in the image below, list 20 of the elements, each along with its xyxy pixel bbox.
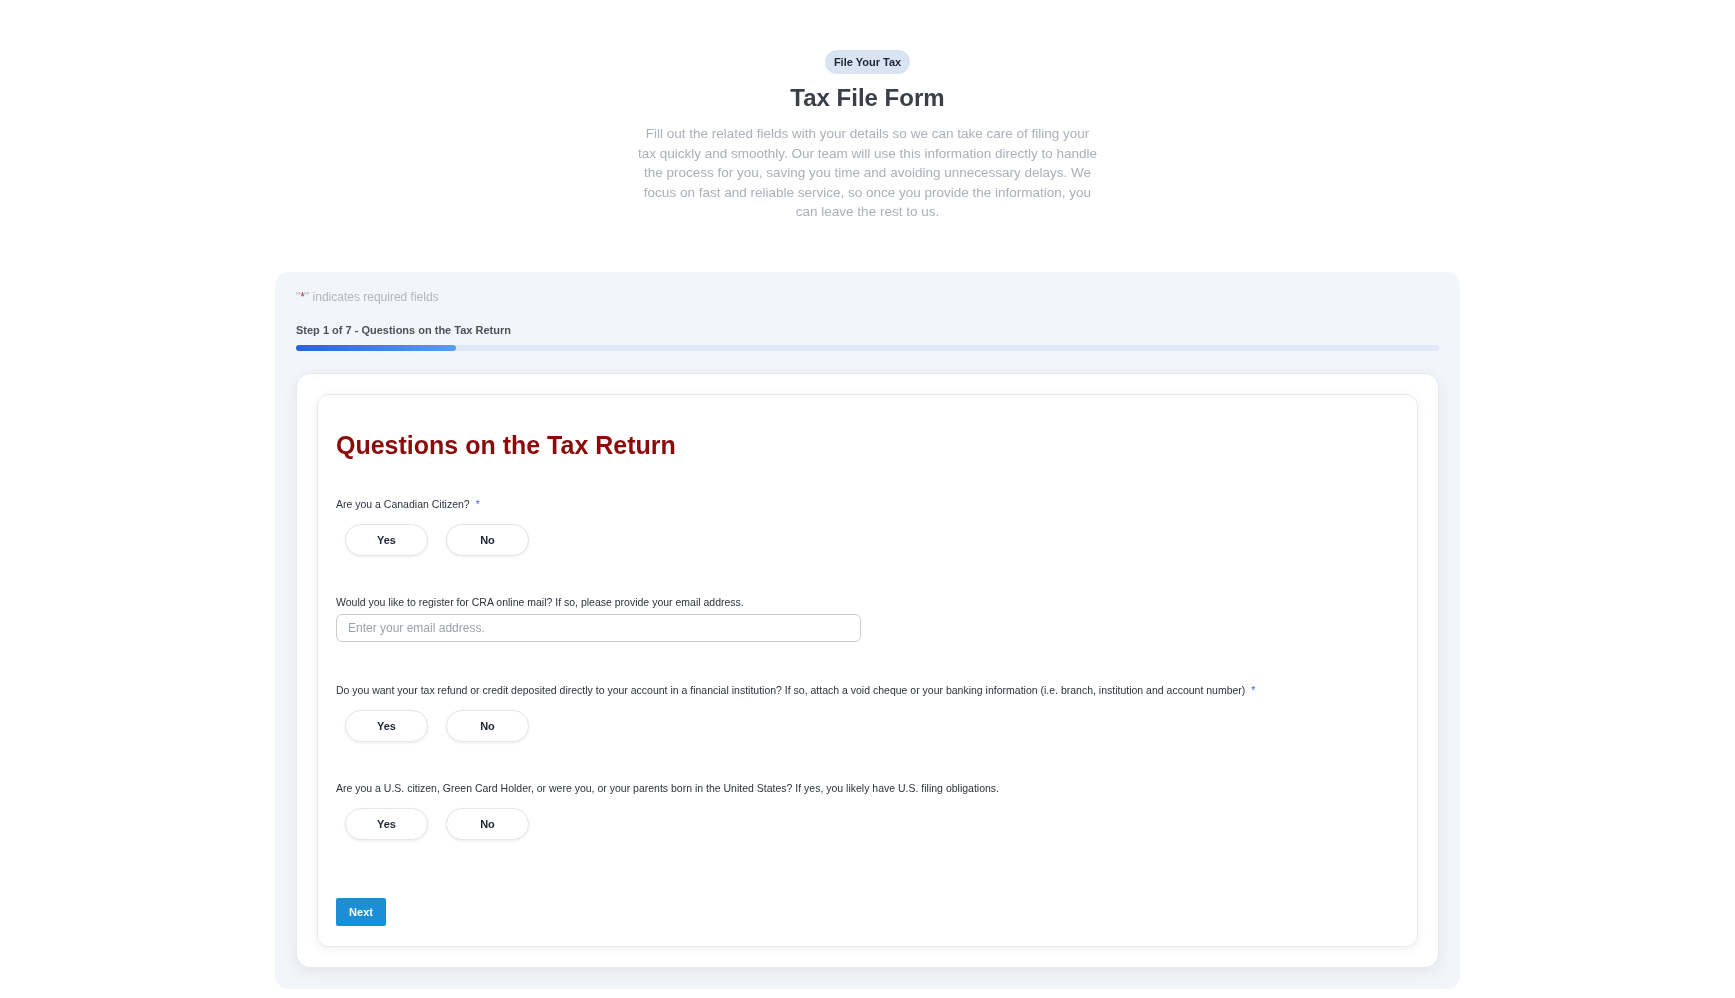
choice-button[interactable]: Yes (345, 524, 428, 556)
next-button[interactable]: Next (336, 898, 386, 926)
required-asterisk: * (1251, 684, 1256, 696)
choice-button[interactable]: No (446, 808, 529, 840)
question-label: Do you want your tax refund or credit deposited directly to your account in a financial institution? If so, attach a void cheque or your banking information (i.e. branch, institution and account number) (336, 684, 1246, 696)
section-title: Questions on the Tax Return (336, 431, 677, 460)
question-label: Are you a Canadian Citizen? (336, 498, 470, 510)
email-field[interactable]: Enter your email address. (336, 614, 861, 642)
page-title: Tax File Form (790, 84, 945, 112)
choice-button[interactable]: Yes (345, 710, 428, 742)
question-label: Would you like to register for CRA online mail? If so, please provide your email address. (336, 596, 744, 608)
required-asterisk: * (475, 498, 480, 510)
required-fields-note: "*" indicates required fields (296, 290, 440, 304)
step-label: Step 1 of 7 - Questions on the Tax Return (296, 324, 512, 336)
choice-button[interactable]: No (446, 710, 529, 742)
question-label: Are you a U.S. citizen, Green Card Holder, or were you, or your parents born in the United States? If yes, you likely have U.S. filing obligations. (336, 782, 999, 794)
category-badge: File Your Tax (824, 50, 911, 74)
choice-button[interactable]: Yes (345, 808, 428, 840)
choice-button[interactable]: No (446, 524, 529, 556)
intro-paragraph: Fill out the related fields with your details so we can take care of filing your tax quickly and smoothly. Our team will use this information directly to handle the process for you, saving you time and avoiding unnecessary delays. We focus on fast and reliable service, so once you provide the information, you can leave the rest to us. (637, 125, 1098, 221)
